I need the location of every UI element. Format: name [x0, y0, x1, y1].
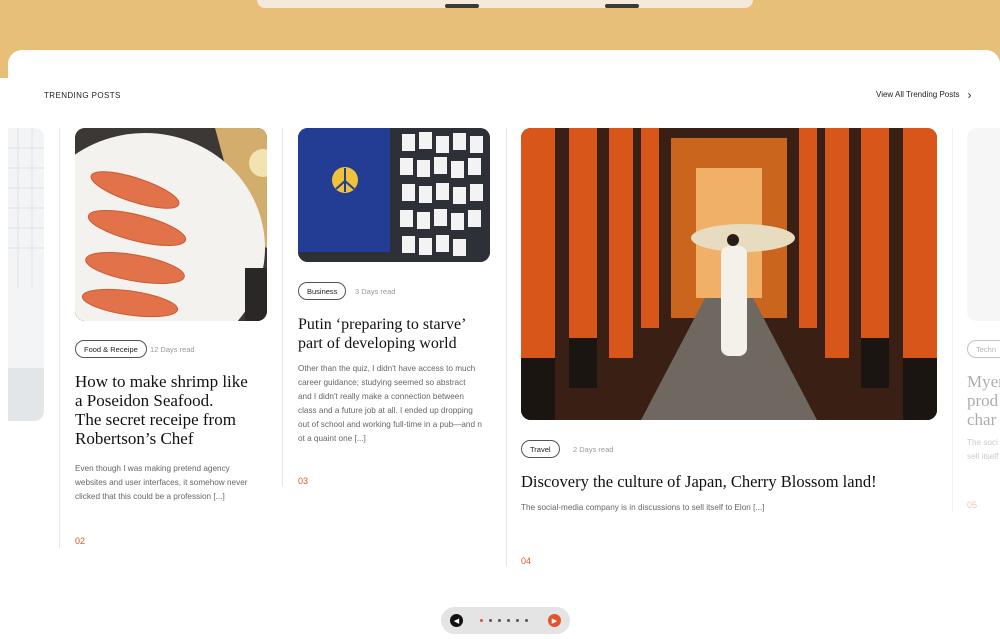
tag-travel[interactable]: Travel [521, 440, 560, 458]
post-number: 03 [298, 476, 309, 486]
arrow-right-icon[interactable]: ▶ [548, 614, 561, 627]
page-dot[interactable] [489, 619, 492, 622]
post-excerpt: Other than the quiz, I didn't have acces… [298, 362, 503, 446]
tag-tech[interactable]: Techn [967, 340, 1000, 358]
read-time: 2 Days read [573, 445, 614, 454]
post-title[interactable]: Myer prod char [967, 372, 1000, 429]
read-time: 3 Days read [355, 287, 396, 296]
page-dot[interactable] [507, 619, 510, 622]
japan-image[interactable] [521, 128, 937, 420]
post-number: 02 [75, 536, 86, 546]
poster-image[interactable] [298, 128, 490, 262]
excerpt-line: out of school and working full-time in a… [298, 420, 482, 429]
torii-gate-illustration [521, 128, 937, 420]
page-dot[interactable] [498, 619, 501, 622]
post-excerpt: The social-media company is in discussio… [521, 503, 765, 512]
excerpt-line: class and a future job at all. I ended u… [298, 406, 473, 415]
title-line: prod [967, 391, 999, 410]
excerpt-line: sell itself [967, 452, 999, 461]
excerpt-line: clicked that this could be a profession … [75, 492, 225, 501]
page-dot-active[interactable] [480, 619, 483, 622]
view-all-link[interactable]: View All Trending Posts › [876, 87, 972, 102]
excerpt-line: Other than the quiz, I didn't have acces… [298, 364, 476, 373]
fabric-pattern [8, 128, 44, 421]
view-all-label: View All Trending Posts [876, 90, 960, 99]
post-title[interactable]: How to make shrimp like a Poseidon Seafo… [75, 372, 248, 448]
title-line: Putin ‘preparing to starve’ [298, 316, 467, 333]
poetry-poster-illustration [298, 128, 490, 262]
section-title: TRENDING POSTS [44, 91, 121, 100]
excerpt-line: Even though I was making pretend agency [75, 464, 230, 473]
card-divider [506, 128, 507, 566]
title-line: a Poseidon Seafood. [75, 391, 214, 410]
excerpt-line: ot a quaint one [...] [298, 434, 366, 443]
tag-food[interactable]: Food & Receipe [75, 340, 147, 358]
title-line: char [967, 410, 997, 429]
carousel-pager: ◀ ▶ [441, 607, 570, 634]
post-title[interactable]: Putin ‘preparing to starve’ part of deve… [298, 315, 466, 353]
chevron-right-icon: › [967, 87, 972, 102]
card-divider [952, 128, 953, 512]
page-dot[interactable] [516, 619, 519, 622]
strip-mark [605, 4, 639, 8]
shrimp-image[interactable] [75, 128, 267, 321]
strip-mark [445, 4, 479, 8]
title-line: Myer [967, 372, 1000, 391]
page-dot[interactable] [525, 619, 528, 622]
top-strip [257, 0, 753, 8]
shrimp-plate-illustration [75, 128, 267, 321]
arrow-left-icon[interactable]: ◀ [450, 614, 463, 627]
post-number: 04 [521, 556, 532, 566]
title-line: The secret receipe from [75, 410, 236, 429]
card-divider [59, 128, 60, 548]
excerpt-line: websites and user interfaces, it somehow… [75, 478, 248, 487]
card-divider [282, 128, 283, 486]
title-line: part of developing world [298, 335, 457, 352]
post-title[interactable]: Discovery the culture of Japan, Cherry B… [521, 472, 877, 491]
partial-card-image-left[interactable] [8, 128, 44, 421]
read-time: 12 Days read [150, 345, 195, 354]
title-line: How to make shrimp like [75, 372, 248, 391]
excerpt-line: and I didn't really make a connection be… [298, 392, 464, 401]
post-excerpt: Even though I was making pretend agency … [75, 462, 275, 504]
post-excerpt: The soci sell itself [967, 436, 1000, 464]
tag-business[interactable]: Business [298, 282, 347, 300]
excerpt-line: career guidance; studying seemed so abst… [298, 378, 466, 387]
title-line: Robertson’s Chef [75, 429, 194, 448]
post-number: 05 [967, 500, 978, 510]
partial-card-image-right[interactable] [967, 128, 1000, 321]
excerpt-line: The soci [967, 438, 998, 447]
